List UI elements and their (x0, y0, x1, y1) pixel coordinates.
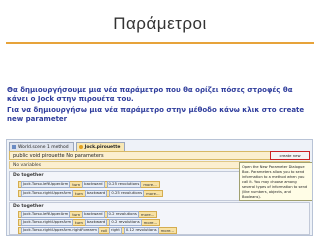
editor-tabs: World.scene 1 method Jock.pirouette (9, 142, 126, 151)
method-header: public void pirouette No parameters (9, 151, 310, 160)
statement-verb: turn (72, 212, 81, 217)
create-parameter-tooltip: Open the New Parameter Dialogue Box. Par… (239, 162, 312, 201)
statement-verb: turn (75, 220, 83, 225)
statement-direction[interactable]: backward (84, 190, 108, 197)
statement-verb: turn (75, 191, 83, 196)
variables-label: No variables (13, 163, 42, 168)
statement-verb: turn (72, 182, 81, 187)
method-signature: public void pirouette No parameters (13, 153, 104, 159)
statement-row[interactable]: Jock.Torso.rightUpperArm turn backward 0… (18, 219, 161, 226)
statement-more[interactable]: more... (143, 182, 156, 187)
statement-amount[interactable]: 0.25 revolutions (106, 181, 142, 188)
tab-world-scene[interactable]: World.scene 1 method (9, 142, 74, 151)
statement-target[interactable]: Jock.Torso.leftUpperArm (21, 181, 71, 188)
editor-screenshot: World.scene 1 method Jock.pirouette publ… (6, 139, 313, 236)
block-label: Do together (13, 173, 44, 178)
title-divider (6, 42, 314, 44)
do-together-block-2[interactable]: Do together Jock.Torso.leftUpperArm turn… (9, 202, 310, 235)
slide-title: Παράμετροι (113, 14, 207, 33)
tab-jock-pirouette[interactable]: Jock.pirouette (75, 142, 126, 151)
create-new-parameter-button[interactable]: create new parameter (270, 151, 310, 165)
statement-row[interactable]: Jock.Torso.rightUpperArm turn backward 0… (18, 190, 163, 197)
statement-direction[interactable]: right (108, 227, 122, 234)
statement-more[interactable]: more... (144, 220, 157, 225)
method-icon (78, 145, 83, 149)
statement-amount[interactable]: 0.2 revolutions (106, 211, 139, 218)
statement-verb: roll (100, 228, 107, 233)
tab-label: Jock.pirouette (84, 144, 121, 150)
statement-target[interactable]: Jock.Torso.leftUpperArm (21, 211, 71, 218)
statement-direction[interactable]: backward (82, 211, 105, 218)
statement-more[interactable]: more... (141, 212, 154, 217)
statement-target[interactable]: Jock.Torso.rightUpperArm (21, 219, 74, 226)
statement-target[interactable]: Jock.Torso.rightUpperArm (21, 190, 74, 197)
statement-amount[interactable]: 0.2 revolutions (109, 219, 142, 226)
statement-direction[interactable]: backward (84, 219, 108, 226)
statement-amount[interactable]: 0.12 revolutions (123, 227, 159, 234)
statement-more[interactable]: more... (146, 191, 159, 196)
statement-direction[interactable]: backward (82, 181, 105, 188)
statement-row[interactable]: Jock.Torso.leftUpperArm turn backward 0.… (18, 211, 158, 218)
statement-target[interactable]: Jock.Torso.rightUpperArm.rightForearm (21, 227, 99, 234)
instruction-paragraph-2: Για να δημιουργήσω μια νέα παράμετρο στη… (7, 106, 305, 123)
statement-more[interactable]: more... (161, 228, 174, 233)
statement-row[interactable]: Jock.Torso.leftUpperArm turn backward 0.… (18, 181, 160, 188)
statement-row[interactable]: Jock.Torso.rightUpperArm.rightForearm ro… (18, 227, 178, 234)
block-label: Do together (13, 204, 44, 209)
tab-label: World.scene 1 method (18, 144, 69, 150)
instruction-paragraph-1: Θα δημιουργήσουμε μια νέα παράμετρο που … (7, 86, 293, 103)
scene-icon (12, 145, 16, 149)
statement-amount[interactable]: 0.25 revolutions (109, 190, 145, 197)
